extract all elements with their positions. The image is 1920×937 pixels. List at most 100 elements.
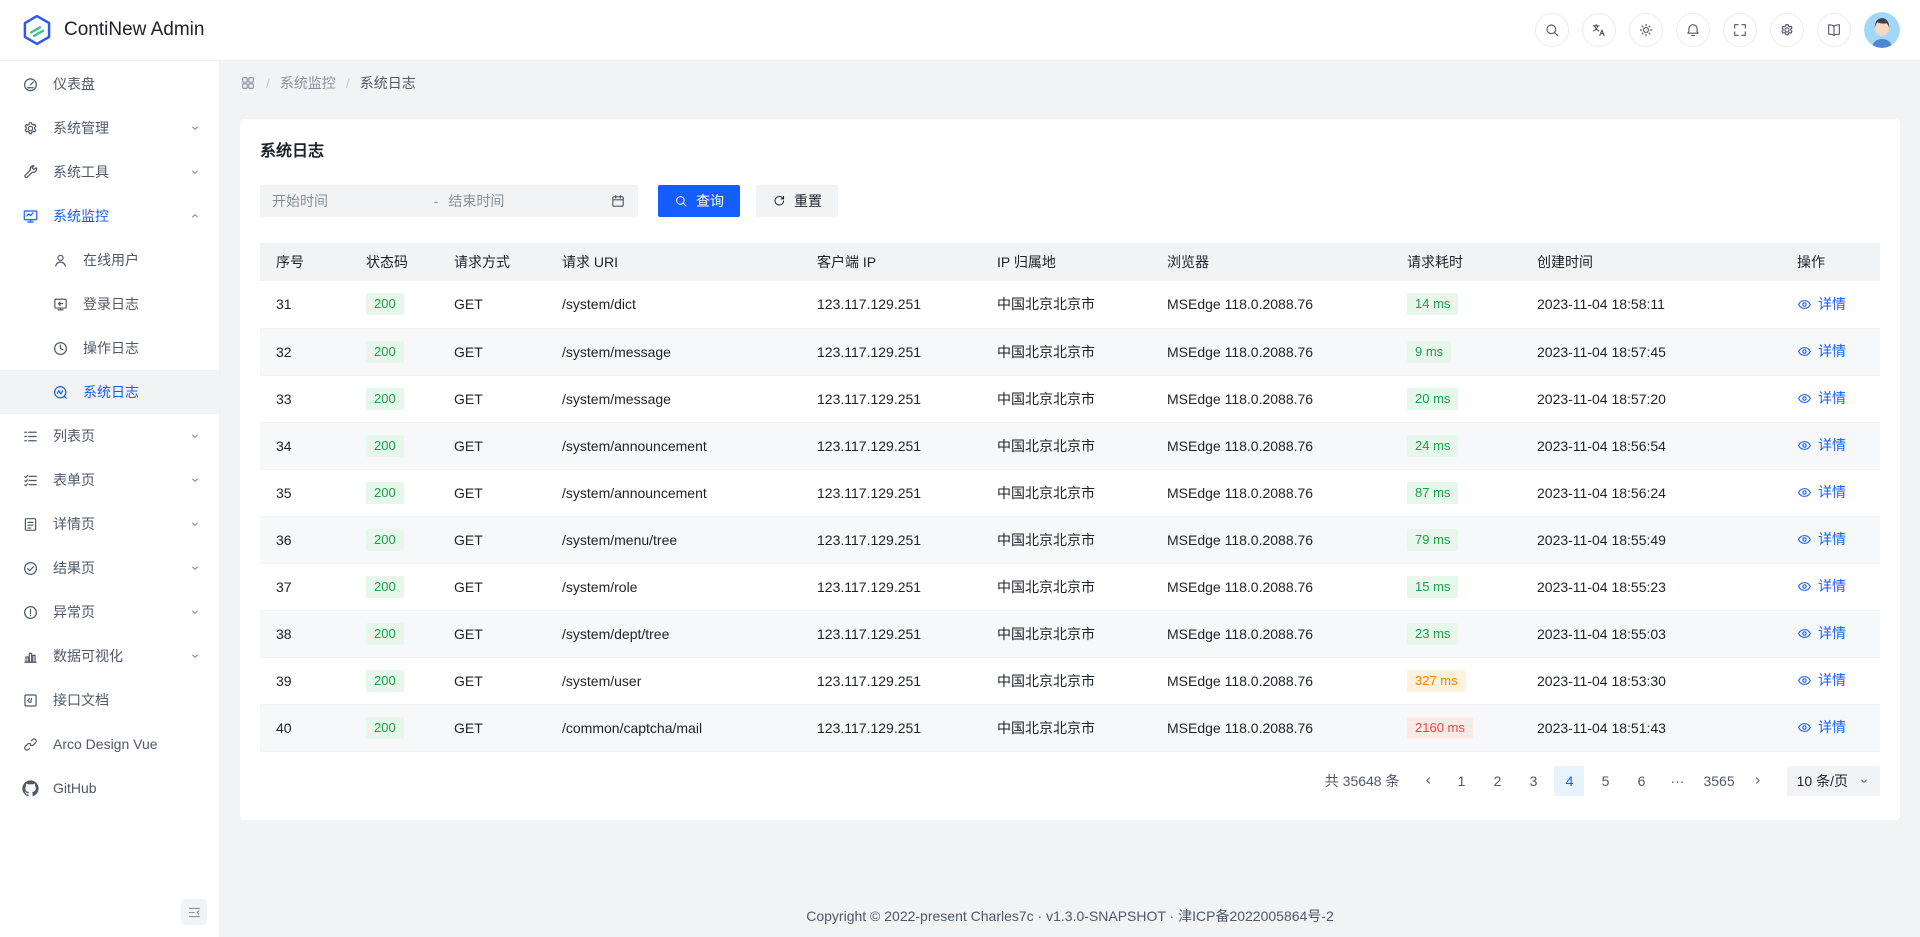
sidebar-item[interactable]: GitHub bbox=[0, 766, 219, 810]
page-number-button[interactable]: 4 bbox=[1554, 766, 1584, 796]
sidebar-item[interactable]: 数据可视化 bbox=[0, 634, 219, 678]
cell-browser: MSEdge 118.0.2088.76 bbox=[1151, 469, 1391, 516]
sidebar-item[interactable]: 接口文档 bbox=[0, 678, 219, 722]
sun-icon bbox=[1638, 22, 1654, 38]
table-row: 40 200 GET /common/captcha/mail 123.117.… bbox=[260, 704, 1880, 751]
cell-ip-location: 中国北京北京市 bbox=[981, 375, 1151, 422]
cell-uri: /system/role bbox=[546, 563, 801, 610]
detail-link[interactable]: 详情 bbox=[1797, 388, 1846, 408]
user-icon bbox=[52, 252, 69, 269]
page-number-button[interactable]: 1 bbox=[1446, 766, 1476, 796]
user-avatar[interactable] bbox=[1864, 12, 1900, 48]
sidebar-item[interactable]: Arco Design Vue bbox=[0, 722, 219, 766]
cell-method: GET bbox=[438, 704, 546, 751]
page-size-select[interactable]: 10 条/页 bbox=[1787, 766, 1880, 796]
detail-link[interactable]: 详情 bbox=[1797, 670, 1846, 690]
page-number-button[interactable]: 6 bbox=[1626, 766, 1656, 796]
cell-method: GET bbox=[438, 563, 546, 610]
chevron-icon bbox=[189, 650, 201, 662]
link-icon bbox=[22, 736, 39, 753]
book-button[interactable] bbox=[1817, 13, 1851, 47]
date-range-picker[interactable]: 开始时间 - 结束时间 bbox=[260, 185, 638, 217]
detail-link[interactable]: 详情 bbox=[1797, 341, 1846, 361]
log-table: 序号 状态码 请求方式 请求 URI 客户端 IP IP 归属地 浏览器 请求 bbox=[260, 243, 1880, 752]
detail-link[interactable]: 详情 bbox=[1797, 717, 1846, 737]
app-title: ContiNew Admin bbox=[64, 19, 204, 41]
bell-icon bbox=[1685, 22, 1701, 38]
sidebar-item[interactable]: 异常页 bbox=[0, 590, 219, 634]
app-logo[interactable]: ContiNew Admin bbox=[20, 13, 204, 47]
sidebar-item[interactable]: 列表页 bbox=[0, 414, 219, 458]
column-header: 操作 bbox=[1781, 243, 1880, 281]
cell-id: 35 bbox=[260, 469, 350, 516]
search-button[interactable] bbox=[1535, 13, 1569, 47]
cell-method: GET bbox=[438, 422, 546, 469]
sidebar-item[interactable]: 登录日志 bbox=[0, 282, 219, 326]
cell-method: GET bbox=[438, 516, 546, 563]
column-header: 创建时间 bbox=[1521, 243, 1781, 281]
sidebar-item-label: 仪表盘 bbox=[53, 74, 201, 94]
clock-icon bbox=[52, 340, 69, 357]
page-number-button[interactable]: 5 bbox=[1590, 766, 1620, 796]
chevron-right-icon bbox=[1751, 774, 1764, 787]
page-number-button[interactable]: 3 bbox=[1518, 766, 1548, 796]
detail-link[interactable]: 详情 bbox=[1797, 482, 1846, 502]
cell-method: GET bbox=[438, 469, 546, 516]
table-row: 38 200 GET /system/dept/tree 123.117.129… bbox=[260, 610, 1880, 657]
cell-ip-location: 中国北京北京市 bbox=[981, 657, 1151, 704]
prev-page-button[interactable] bbox=[1413, 766, 1443, 796]
cell-client-ip: 123.117.129.251 bbox=[801, 375, 981, 422]
detail-link[interactable]: 详情 bbox=[1797, 435, 1846, 455]
status-badge: 200 bbox=[366, 576, 404, 598]
status-badge: 200 bbox=[366, 717, 404, 739]
cell-method: GET bbox=[438, 657, 546, 704]
sidebar-item-label: Arco Design Vue bbox=[53, 736, 201, 752]
page-number-button[interactable]: ··· bbox=[1662, 766, 1692, 796]
bell-button[interactable] bbox=[1676, 13, 1710, 47]
reset-button[interactable]: 重置 bbox=[756, 185, 838, 217]
sidebar-item[interactable]: 仪表盘 bbox=[0, 62, 219, 106]
chevron-icon bbox=[189, 606, 201, 618]
cell-browser: MSEdge 118.0.2088.76 bbox=[1151, 281, 1391, 328]
sidebar-item[interactable]: 系统管理 bbox=[0, 106, 219, 150]
duration-badge: 9 ms bbox=[1407, 341, 1451, 363]
search-button[interactable]: 查询 bbox=[658, 185, 740, 217]
sidebar-item[interactable]: 结果页 bbox=[0, 546, 219, 590]
cell-ip-location: 中国北京北京市 bbox=[981, 704, 1151, 751]
page-number-button[interactable]: 2 bbox=[1482, 766, 1512, 796]
cell-browser: MSEdge 118.0.2088.76 bbox=[1151, 375, 1391, 422]
refresh-icon bbox=[772, 194, 786, 208]
next-page-button[interactable] bbox=[1743, 766, 1773, 796]
sidebar-item[interactable]: 系统工具 bbox=[0, 150, 219, 194]
sidebar-item[interactable]: 在线用户 bbox=[0, 238, 219, 282]
cell-uri: /system/dict bbox=[546, 281, 801, 328]
breadcrumb-section[interactable]: 系统监控 bbox=[280, 73, 336, 93]
detail-link[interactable]: 详情 bbox=[1797, 623, 1846, 643]
sidebar-item[interactable]: 系统日志 bbox=[0, 370, 219, 414]
cell-client-ip: 123.117.129.251 bbox=[801, 657, 981, 704]
cell-uri: /system/dept/tree bbox=[546, 610, 801, 657]
sidebar-item[interactable]: 表单页 bbox=[0, 458, 219, 502]
grid-icon[interactable] bbox=[240, 75, 256, 91]
page-number-button[interactable]: 3565 bbox=[1698, 766, 1739, 796]
fullscreen-button[interactable] bbox=[1723, 13, 1757, 47]
cell-browser: MSEdge 118.0.2088.76 bbox=[1151, 657, 1391, 704]
detail-link[interactable]: 详情 bbox=[1797, 529, 1846, 549]
sidebar-item[interactable]: 操作日志 bbox=[0, 326, 219, 370]
gear-button[interactable] bbox=[1770, 13, 1804, 47]
cell-created-time: 2023-11-04 18:55:03 bbox=[1521, 610, 1781, 657]
sidebar-item[interactable]: 详情页 bbox=[0, 502, 219, 546]
search-icon bbox=[674, 194, 688, 208]
chevron-icon bbox=[189, 166, 201, 178]
chevron-icon bbox=[189, 562, 201, 574]
detail-link[interactable]: 详情 bbox=[1797, 294, 1846, 314]
cell-client-ip: 123.117.129.251 bbox=[801, 422, 981, 469]
detail-link[interactable]: 详情 bbox=[1797, 576, 1846, 596]
sun-button[interactable] bbox=[1629, 13, 1663, 47]
duration-badge: 87 ms bbox=[1407, 482, 1458, 504]
translate-button[interactable] bbox=[1582, 13, 1616, 47]
sidebar-collapse-button[interactable] bbox=[181, 899, 207, 925]
sidebar-item-label: 详情页 bbox=[53, 514, 189, 534]
sidebar-item[interactable]: 系统监控 bbox=[0, 194, 219, 238]
cell-browser: MSEdge 118.0.2088.76 bbox=[1151, 516, 1391, 563]
